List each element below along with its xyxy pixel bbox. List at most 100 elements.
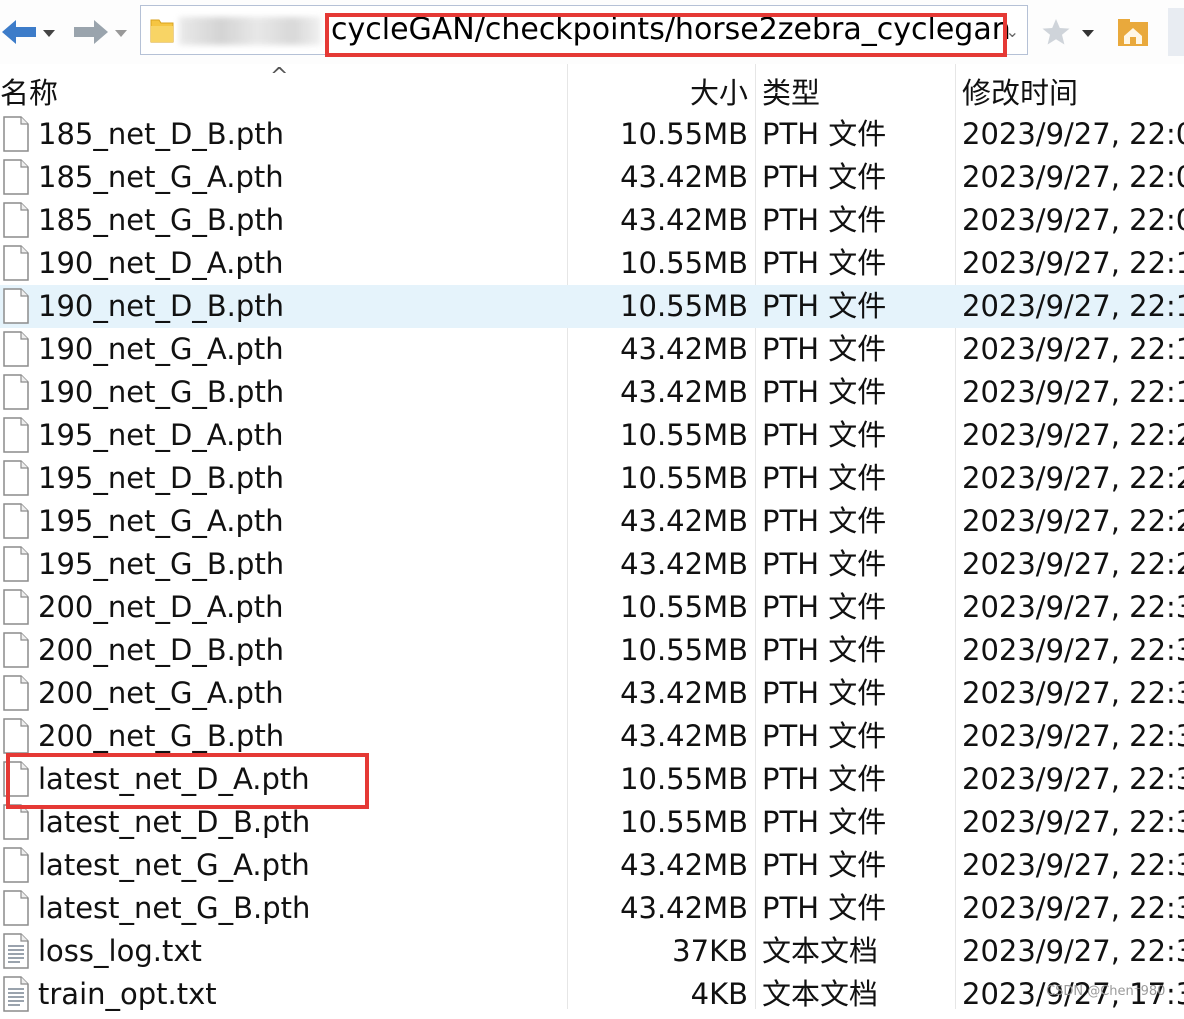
text-file-icon [2, 933, 30, 969]
file-type: PTH 文件 [762, 117, 887, 151]
file-type: PTH 文件 [762, 203, 887, 237]
file-name[interactable]: 195_net_G_A.pth [38, 500, 284, 543]
column-size-header[interactable]: 大小 [570, 70, 748, 112]
file-modified: 2023/9/27, 22:1 [962, 246, 1184, 280]
file-modified: 2023/9/27, 22:2 [962, 504, 1184, 538]
column-name-header[interactable]: 名称 [0, 70, 58, 112]
file-type: PTH 文件 [762, 762, 887, 796]
file-name[interactable]: latest_net_G_A.pth [38, 844, 310, 887]
file-name[interactable]: 200_net_G_B.pth [38, 715, 284, 758]
file-type: PTH 文件 [762, 289, 887, 323]
file-name[interactable]: 195_net_D_A.pth [38, 414, 283, 457]
file-size: 10.55MB [620, 418, 748, 452]
file-row[interactable]: train_opt.txt 4KB 文本文档 2023/9/27, 17:3 [0, 973, 1184, 1016]
text-file-icon [2, 976, 30, 1012]
file-row[interactable]: latest_net_G_B.pth 43.42MB PTH 文件 2023/9/27… [0, 887, 1184, 930]
column-type-header[interactable]: 类型 [762, 70, 820, 112]
favorites-dropdown-icon[interactable] [1080, 27, 1096, 39]
file-type: PTH 文件 [762, 547, 887, 581]
file-icon [2, 718, 30, 754]
file-name[interactable]: 190_net_G_B.pth [38, 371, 284, 414]
path-highlight-box [325, 13, 1007, 57]
file-row[interactable]: 190_net_D_A.pth 10.55MB PTH 文件 2023/9/27, 2… [0, 242, 1184, 285]
redacted-path-prefix [179, 17, 321, 45]
file-size: 10.55MB [620, 461, 748, 495]
file-row[interactable]: 195_net_G_A.pth 43.42MB PTH 文件 2023/9/27, 2… [0, 500, 1184, 543]
file-row[interactable]: 190_net_D_B.pth 10.55MB PTH 文件 2023/9/27, 2… [0, 285, 1184, 328]
file-name[interactable]: 185_net_G_A.pth [38, 156, 284, 199]
file-modified: 2023/9/27, 22:3 [962, 934, 1184, 968]
file-row[interactable]: 195_net_D_A.pth 10.55MB PTH 文件 2023/9/27, 2… [0, 414, 1184, 457]
forward-arrow-icon[interactable] [72, 14, 110, 50]
file-name[interactable]: 185_net_D_B.pth [38, 113, 284, 156]
file-type: 文本文档 [762, 934, 879, 968]
file-icon [2, 847, 30, 883]
file-row[interactable]: loss_log.txt 37KB 文本文档 2023/9/27, 22:3 [0, 930, 1184, 973]
file-size: 10.55MB [620, 117, 748, 151]
file-name[interactable]: 190_net_G_A.pth [38, 328, 284, 371]
file-row[interactable]: 185_net_G_B.pth 43.42MB PTH 文件 2023/9/27, 2… [0, 199, 1184, 242]
sort-ascending-icon: ^ [270, 64, 289, 89]
file-type: PTH 文件 [762, 848, 887, 882]
file-name[interactable]: train_opt.txt [38, 973, 217, 1016]
file-size: 10.55MB [620, 805, 748, 839]
file-modified: 2023/9/27, 22:2 [962, 461, 1184, 495]
column-modified-header[interactable]: 修改时间 [962, 70, 1078, 112]
file-name[interactable]: 195_net_G_B.pth [38, 543, 284, 586]
file-row[interactable]: 200_net_D_B.pth 10.55MB PTH 文件 2023/9/27, 2… [0, 629, 1184, 672]
file-type: PTH 文件 [762, 719, 887, 753]
column-header: 名称 ^ 大小 类型 修改时间 [0, 64, 1184, 112]
file-icon [2, 890, 30, 926]
file-icon [2, 804, 30, 840]
file-row[interactable]: 200_net_G_A.pth 43.42MB PTH 文件 2023/9/27, 2… [0, 672, 1184, 715]
file-modified: 2023/9/27, 22:3 [962, 762, 1184, 796]
file-modified: 2023/9/27, 22:1 [962, 332, 1184, 366]
file-name[interactable]: 190_net_D_B.pth [38, 285, 284, 328]
file-type: PTH 文件 [762, 504, 887, 538]
file-size: 43.42MB [620, 547, 748, 581]
file-row[interactable]: 190_net_G_B.pth 43.42MB PTH 文件 2023/9/27, 2… [0, 371, 1184, 414]
file-icon [2, 331, 30, 367]
file-modified: 2023/9/27, 22:3 [962, 719, 1184, 753]
file-size: 43.42MB [620, 160, 748, 194]
file-modified: 2023/9/27, 22:2 [962, 418, 1184, 452]
file-modified: 2023/9/27, 22:2 [962, 547, 1184, 581]
forward-history-dropdown-icon[interactable] [112, 26, 130, 40]
favorite-star-icon[interactable] [1040, 16, 1072, 48]
file-modified: 2023/9/27, 22:0 [962, 117, 1184, 151]
file-modified: 2023/9/27, 22:3 [962, 805, 1184, 839]
file-name[interactable]: 185_net_G_B.pth [38, 199, 284, 242]
file-modified: 2023/9/27, 22:3 [962, 633, 1184, 667]
file-icon [2, 546, 30, 582]
file-row[interactable]: 195_net_G_B.pth 43.42MB PTH 文件 2023/9/27, 2… [0, 543, 1184, 586]
file-row[interactable]: 185_net_G_A.pth 43.42MB PTH 文件 2023/9/27, 2… [0, 156, 1184, 199]
file-type: PTH 文件 [762, 332, 887, 366]
file-name[interactable]: 190_net_D_A.pth [38, 242, 283, 285]
file-modified: 2023/9/27, 22:3 [962, 676, 1184, 710]
file-type: PTH 文件 [762, 418, 887, 452]
file-modified: 2023/9/27, 22:3 [962, 590, 1184, 624]
back-history-dropdown-icon[interactable] [40, 26, 58, 40]
file-row[interactable]: 200_net_G_B.pth 43.42MB PTH 文件 2023/9/27, 2… [0, 715, 1184, 758]
watermark: CSDN @Chen⁺980 [1046, 984, 1166, 999]
file-size: 43.42MB [620, 504, 748, 538]
address-dropdown-icon[interactable]: ⌄ [1006, 22, 1019, 41]
file-row[interactable]: 200_net_D_A.pth 10.55MB PTH 文件 2023/9/27, 2… [0, 586, 1184, 629]
file-name[interactable]: 200_net_G_A.pth [38, 672, 284, 715]
home-folder-icon[interactable] [1116, 16, 1150, 48]
file-name[interactable]: 200_net_D_B.pth [38, 629, 284, 672]
file-row[interactable]: latest_net_G_A.pth 43.42MB PTH 文件 2023/9/27… [0, 844, 1184, 887]
file-name[interactable]: latest_net_G_B.pth [38, 887, 310, 930]
file-size: 43.42MB [620, 375, 748, 409]
file-size: 10.55MB [620, 246, 748, 280]
file-type: PTH 文件 [762, 246, 887, 280]
file-row[interactable]: 185_net_D_B.pth 10.55MB PTH 文件 2023/9/27, 2… [0, 113, 1184, 156]
file-row[interactable]: 195_net_D_B.pth 10.55MB PTH 文件 2023/9/27, 2… [0, 457, 1184, 500]
file-size: 10.55MB [620, 289, 748, 323]
file-name[interactable]: 200_net_D_A.pth [38, 586, 283, 629]
file-name[interactable]: loss_log.txt [38, 930, 202, 973]
file-name[interactable]: 195_net_D_B.pth [38, 457, 284, 500]
file-row[interactable]: 190_net_G_A.pth 43.42MB PTH 文件 2023/9/27, 2… [0, 328, 1184, 371]
back-arrow-icon[interactable] [0, 14, 40, 50]
file-icon [2, 675, 30, 711]
